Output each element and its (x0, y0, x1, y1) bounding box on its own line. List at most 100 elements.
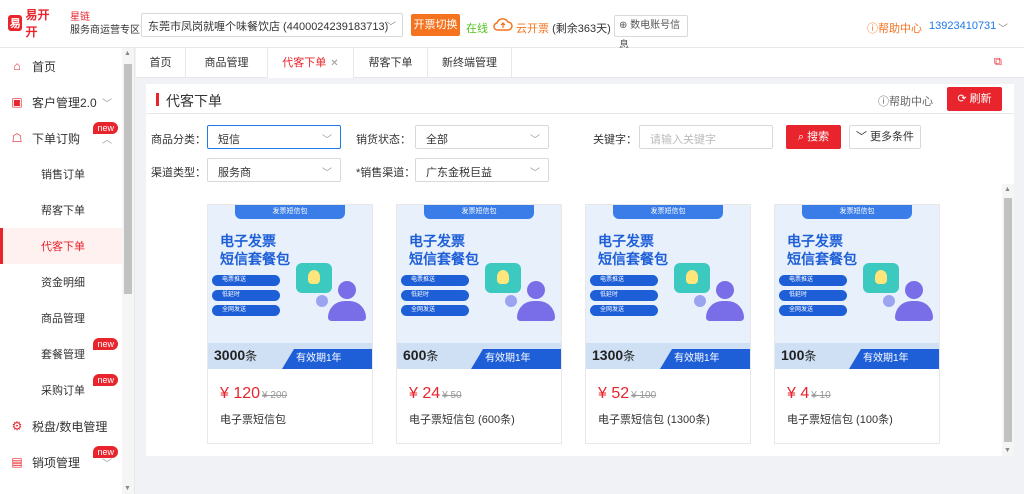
tab-terminals[interactable]: 新终端管理 (428, 48, 512, 78)
tab-menu-icon[interactable]: ⧉ (994, 56, 1006, 68)
search-button[interactable]: ⌕ 搜索 (786, 125, 841, 149)
sidebar-item-funds[interactable]: 资金明细 (0, 264, 122, 300)
page-title: 代客下单 (166, 93, 222, 109)
person-icon (883, 295, 895, 307)
sales-channel-label: *销售渠道： (356, 167, 416, 179)
sidebar-item-label: 帮客下单 (41, 205, 85, 217)
person-icon (694, 295, 706, 307)
original-price: ¥ 10 (811, 390, 831, 401)
sidebar-item-help-order[interactable]: 帮客下单 (0, 192, 122, 228)
app-logo[interactable]: 易 易开开 (8, 8, 58, 39)
card-title-1: 电子发票 (787, 233, 843, 249)
chevron-down-icon[interactable]: ﹀ (998, 20, 1008, 35)
feature-pill: 全网发送 (401, 305, 469, 316)
invoice-switch-button[interactable]: 开票切换 (411, 14, 460, 36)
original-price: ¥ 200 (262, 390, 288, 401)
product-image: 发票短信包 电子发票 短信套餐包 电票推送 低延时 全网发送 600条 有效期1… (397, 205, 561, 369)
sidebar-item-sales-order[interactable]: 销售订单 (0, 156, 122, 192)
status-select[interactable]: 全部 ﹀ (415, 125, 549, 149)
category-label: 商品分类： (151, 134, 206, 146)
tab-proxy-order[interactable]: 代客下单 ✕ (268, 48, 354, 78)
sales-channel-select[interactable]: 广东金税巨益 ﹀ (415, 158, 549, 182)
close-icon[interactable]: ✕ (330, 58, 338, 69)
tab-help-order[interactable]: 帮客下单 (354, 48, 428, 78)
sidebar-item-order[interactable]: ☖ 下单订购 new ︿ (0, 120, 122, 156)
feature-pill: 低延时 (779, 290, 847, 301)
question-icon: ⓘ (878, 96, 889, 108)
tab-bar: 首页 商品管理 代客下单 ✕ 帮客下单 新终端管理 ⧉ (136, 48, 1024, 78)
refresh-label: 刷新 (969, 93, 992, 105)
tab-products[interactable]: 商品管理 (186, 48, 268, 78)
digital-account-button[interactable]: ⊕ 数电账号信息 (614, 15, 688, 51)
sidebar-item-purchase[interactable]: 采购订单 new (0, 372, 122, 408)
lightbulb-icon (674, 263, 710, 293)
feature-pill: 电票推送 (590, 275, 658, 286)
product-price: ¥ 52 ¥ 100 (598, 385, 656, 403)
sidebar-item-label: 套餐管理 (41, 349, 85, 361)
category-select[interactable]: 短信 ﹀ (207, 125, 341, 149)
sidebar-item-proxy-order[interactable]: 代客下单 (0, 228, 122, 264)
product-card[interactable]: 发票短信包 电子发票 短信套餐包 电票推送 低延时 全网发送 600条 有效期1… (396, 204, 562, 444)
scroll-up-icon[interactable]: ▲ (1004, 186, 1011, 193)
validity-label: 有效期1年 (849, 349, 939, 369)
user-phone[interactable]: 13923410731 (929, 20, 996, 32)
sidebar-item-label: 采购订单 (41, 385, 85, 397)
scrollbar-thumb[interactable] (1004, 198, 1012, 442)
sidebar-item-label: 销项管理 (32, 455, 81, 470)
card-title-1: 电子发票 (598, 233, 654, 249)
sidebar-item-products[interactable]: 商品管理 (0, 300, 122, 336)
feature-pill: 电票推送 (779, 275, 847, 286)
sidebar-item-home[interactable]: ⌂ 首页 (0, 48, 122, 84)
scroll-down-icon[interactable]: ▼ (1004, 447, 1011, 454)
scrollbar-thumb[interactable] (124, 64, 132, 294)
lightbulb-icon (485, 263, 521, 293)
sale-price: ¥ 120 (220, 385, 261, 402)
cloud-invoice[interactable]: 云开票 (剩余363天) (516, 20, 611, 36)
sales-icon: ▤ (11, 455, 23, 469)
customer-icon: ▣ (11, 95, 23, 109)
org-line1: 星链 (70, 12, 90, 23)
product-card[interactable]: 发票短信包 电子发票 短信套餐包 电票推送 低延时 全网发送 100条 有效期1… (774, 204, 940, 444)
sidebar-item-tax[interactable]: ⚙ 税盘/数电管理 (0, 408, 122, 444)
shield-icon: ⊕ (619, 20, 628, 31)
sidebar-item-sales[interactable]: ▤ 销项管理 new ﹀ (0, 444, 122, 480)
product-card[interactable]: 发票短信包 电子发票 短信套餐包 电票推送 低延时 全网发送 1300条 有效期… (585, 204, 751, 444)
sidebar-item-packages[interactable]: 套餐管理 new (0, 336, 122, 372)
more-conditions-button[interactable]: ﹀ 更多条件 (849, 125, 921, 149)
order-icon: ☖ (11, 131, 23, 145)
sidebar-scrollbar[interactable]: ▲ ▼ (122, 48, 134, 494)
chevron-down-icon: ﹀ (530, 135, 540, 146)
company-value: 东莞市凤岗就喱个味餐饮店 (4400024239183713) (148, 21, 389, 33)
sidebar-item-label: 税盘/数电管理 (32, 419, 108, 434)
person-body (895, 301, 933, 321)
tab-label: 代客下单 (282, 57, 327, 69)
scroll-down-icon[interactable]: ▼ (124, 485, 131, 492)
scroll-up-icon[interactable]: ▲ (124, 50, 131, 57)
help-center-link[interactable]: ⓘ帮助中心 (878, 93, 933, 109)
help-center-link[interactable]: ⓘ帮助中心 (867, 20, 922, 36)
chevron-down-icon: ﹀ (322, 168, 332, 179)
online-status: 在线 (466, 23, 488, 35)
main-scrollbar[interactable]: ▲ ▼ (1002, 184, 1014, 456)
person-icon (905, 281, 923, 299)
person-icon (527, 281, 545, 299)
product-card[interactable]: 发票短信包 电子发票 短信套餐包 电票推送 低延时 全网发送 3000条 有效期… (207, 204, 373, 444)
tab-home[interactable]: 首页 (136, 48, 186, 78)
org-line2: 服务商运营专区 (70, 25, 140, 36)
product-name: 电子票短信包 (220, 414, 286, 426)
help-label: 帮助中心 (889, 96, 933, 108)
sidebar-item-customer[interactable]: ▣ 客户管理2.0 ﹀ (0, 84, 122, 120)
sales-channel-value: 广东金税巨益 (426, 167, 492, 179)
keyword-input[interactable]: 请输入关键字 (639, 125, 773, 149)
product-image: 发票短信包 电子发票 短信套餐包 电票推送 低延时 全网发送 3000条 有效期… (208, 205, 372, 369)
card-ribbon: 发票短信包 (802, 205, 912, 219)
company-select[interactable]: 东莞市凤岗就喱个味餐饮店 (4400024239183713) ﹀ (141, 13, 403, 37)
person-body (517, 301, 555, 321)
card-title-2: 短信套餐包 (598, 251, 668, 267)
lightbulb-icon (863, 263, 899, 293)
title-accent (156, 93, 159, 106)
channel-type-select[interactable]: 服务商 ﹀ (207, 158, 341, 182)
refresh-button[interactable]: ⟳ 刷新 (947, 87, 1002, 111)
category-value: 短信 (218, 134, 240, 146)
feature-pill: 低延时 (212, 290, 280, 301)
